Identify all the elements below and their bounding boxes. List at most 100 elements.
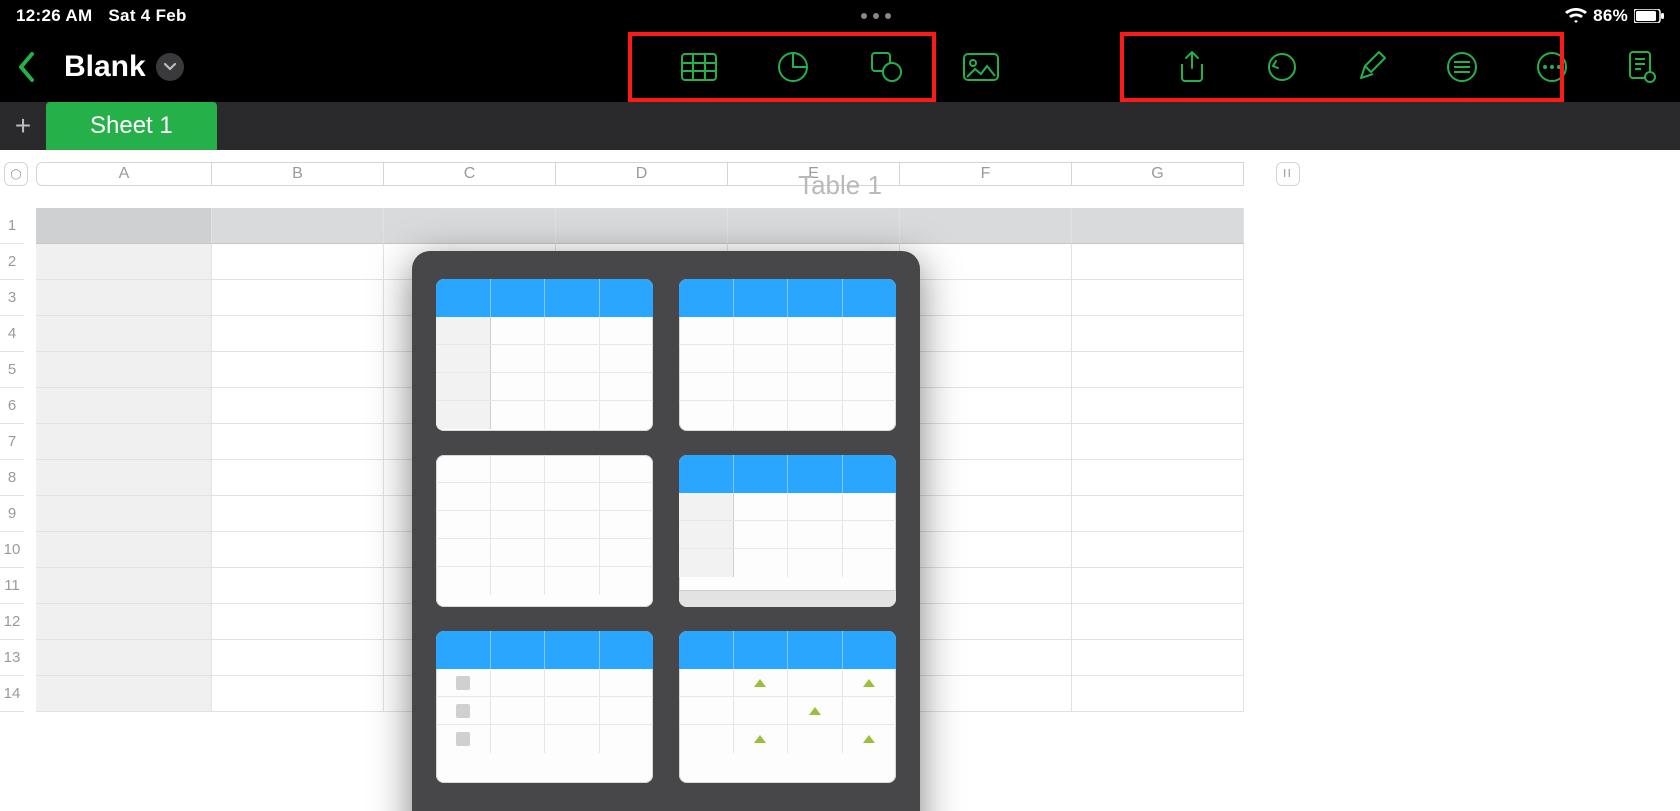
cell[interactable] <box>212 244 384 280</box>
row-header[interactable]: 5 <box>0 352 24 388</box>
cell[interactable] <box>1072 316 1244 352</box>
cell[interactable] <box>900 532 1072 568</box>
cell[interactable] <box>212 532 384 568</box>
cell[interactable] <box>1072 280 1244 316</box>
cell[interactable] <box>212 676 384 712</box>
cell[interactable] <box>900 352 1072 388</box>
cell[interactable] <box>900 640 1072 676</box>
table-style-option[interactable] <box>679 279 896 431</box>
insert-chart-icon[interactable] <box>773 47 813 87</box>
cell[interactable] <box>1072 424 1244 460</box>
collaborate-icon[interactable] <box>1622 47 1662 87</box>
document-title[interactable]: Blank <box>64 50 146 84</box>
cell[interactable] <box>1072 640 1244 676</box>
cell[interactable] <box>36 244 212 280</box>
row-header[interactable]: 6 <box>0 388 24 424</box>
cell[interactable] <box>1072 352 1244 388</box>
more-menu-icon[interactable] <box>1532 47 1572 87</box>
column-header[interactable]: B <box>212 162 384 186</box>
cell[interactable] <box>1072 208 1244 244</box>
cell[interactable] <box>1072 604 1244 640</box>
cell[interactable] <box>1072 676 1244 712</box>
row-header[interactable]: 14 <box>0 676 24 712</box>
share-icon[interactable] <box>1172 47 1212 87</box>
cell[interactable] <box>212 568 384 604</box>
cell[interactable] <box>36 604 212 640</box>
cell[interactable] <box>36 208 212 244</box>
cell[interactable] <box>900 388 1072 424</box>
cell[interactable] <box>900 244 1072 280</box>
table-style-option[interactable] <box>679 455 896 607</box>
cell[interactable] <box>900 280 1072 316</box>
format-brush-icon[interactable] <box>1352 47 1392 87</box>
cell[interactable] <box>36 568 212 604</box>
cell[interactable] <box>1072 244 1244 280</box>
cell[interactable] <box>1072 496 1244 532</box>
sheet-tab-active[interactable]: Sheet 1 <box>46 102 217 150</box>
cell[interactable] <box>36 532 212 568</box>
cell[interactable] <box>212 640 384 676</box>
cell[interactable] <box>36 640 212 676</box>
cell[interactable] <box>36 676 212 712</box>
row-header[interactable]: 10 <box>0 532 24 568</box>
view-menu-icon[interactable] <box>1442 47 1482 87</box>
add-sheet-button[interactable]: + <box>0 102 46 150</box>
table-title[interactable]: Table 1 <box>798 170 882 201</box>
cell[interactable] <box>36 424 212 460</box>
cell[interactable] <box>900 568 1072 604</box>
cell[interactable] <box>36 496 212 532</box>
column-header[interactable]: A <box>36 162 212 186</box>
column-header[interactable]: F <box>900 162 1072 186</box>
row-header[interactable]: 8 <box>0 460 24 496</box>
cell[interactable] <box>1072 532 1244 568</box>
cell[interactable] <box>212 604 384 640</box>
cell[interactable] <box>1072 568 1244 604</box>
row-header[interactable]: 7 <box>0 424 24 460</box>
table-style-option[interactable] <box>436 279 653 431</box>
cell[interactable] <box>212 496 384 532</box>
cell[interactable] <box>212 424 384 460</box>
cell[interactable] <box>900 676 1072 712</box>
select-all-handle[interactable]: ◯ <box>4 162 28 186</box>
cell[interactable] <box>212 460 384 496</box>
row-header[interactable]: 11 <box>0 568 24 604</box>
row-header[interactable]: 1 <box>0 208 24 244</box>
column-header[interactable]: G <box>1072 162 1244 186</box>
cell[interactable] <box>556 208 728 244</box>
cell[interactable] <box>1072 460 1244 496</box>
insert-table-icon[interactable] <box>679 47 719 87</box>
cell[interactable] <box>36 316 212 352</box>
cell[interactable] <box>212 208 384 244</box>
column-header[interactable]: C <box>384 162 556 186</box>
row-header[interactable]: 4 <box>0 316 24 352</box>
cell[interactable] <box>36 388 212 424</box>
row-header[interactable]: 12 <box>0 604 24 640</box>
table-style-option[interactable] <box>436 631 653 783</box>
multitask-icon[interactable] <box>861 13 891 19</box>
cell[interactable] <box>900 496 1072 532</box>
undo-icon[interactable] <box>1262 47 1302 87</box>
row-header[interactable]: 9 <box>0 496 24 532</box>
insert-shape-icon[interactable] <box>867 47 907 87</box>
cell[interactable] <box>384 208 556 244</box>
spreadsheet-canvas[interactable]: ◯ ll A B C D E F G Table 1 1 2 3 4 5 6 7… <box>0 150 1680 811</box>
cell[interactable] <box>212 388 384 424</box>
cell[interactable] <box>212 316 384 352</box>
cell[interactable] <box>212 352 384 388</box>
column-header[interactable]: D <box>556 162 728 186</box>
cell[interactable] <box>728 208 900 244</box>
cell[interactable] <box>900 604 1072 640</box>
cell[interactable] <box>36 460 212 496</box>
table-style-option[interactable] <box>436 455 653 607</box>
cell[interactable] <box>900 316 1072 352</box>
cell[interactable] <box>900 208 1072 244</box>
row-header[interactable]: 3 <box>0 280 24 316</box>
row-header[interactable]: 13 <box>0 640 24 676</box>
cell[interactable] <box>212 280 384 316</box>
table-style-option[interactable] <box>679 631 896 783</box>
row-header[interactable]: 2 <box>0 244 24 280</box>
cell[interactable] <box>900 460 1072 496</box>
cell[interactable] <box>36 280 212 316</box>
cell[interactable] <box>900 424 1072 460</box>
insert-image-icon[interactable] <box>961 47 1001 87</box>
